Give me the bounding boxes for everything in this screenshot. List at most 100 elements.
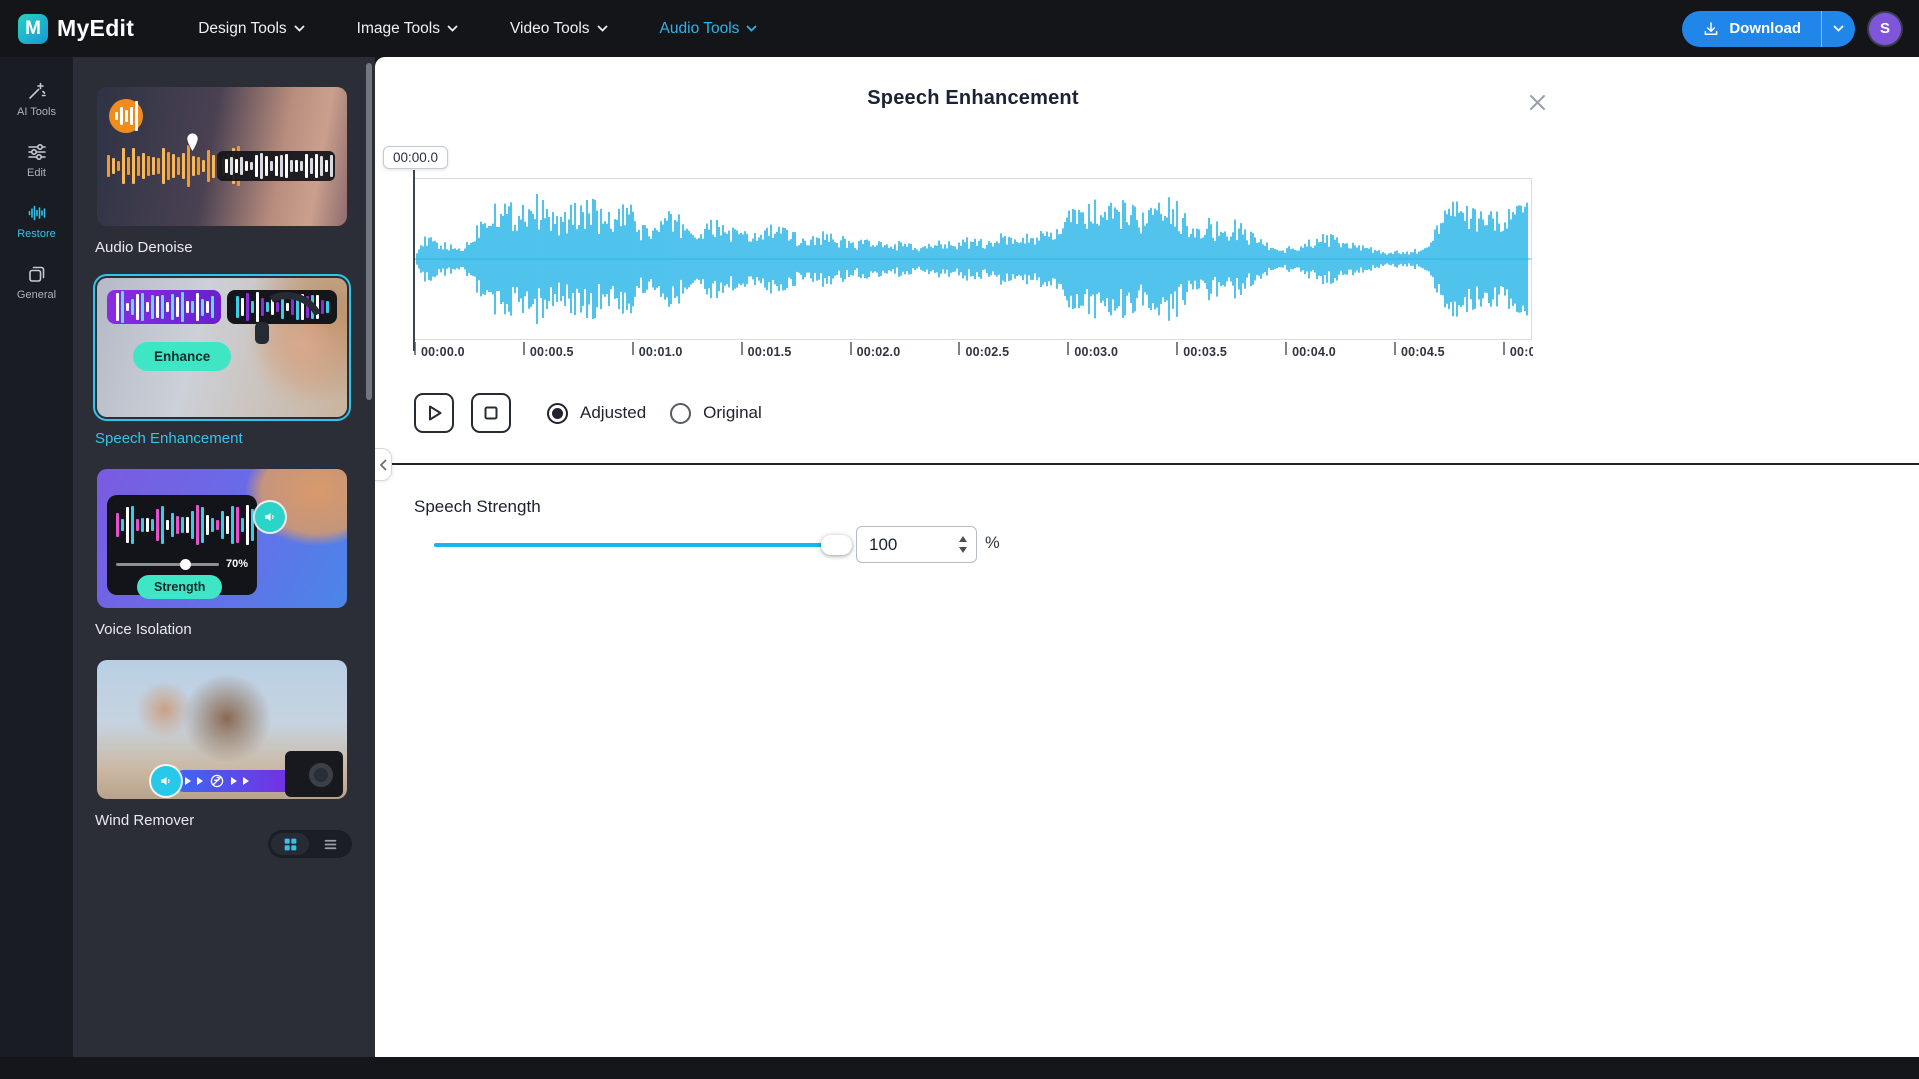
collapse-panel-handle[interactable]: [375, 448, 392, 481]
strength-input-box: [856, 526, 977, 563]
camera-lens-graphic: [309, 763, 333, 787]
stepper-down-icon[interactable]: [959, 547, 967, 553]
card-frame: [93, 83, 351, 230]
download-button[interactable]: Download: [1682, 11, 1821, 47]
ruler-tick: 00:03.5: [1176, 342, 1285, 362]
playback-controls: Adjusted Original: [414, 393, 762, 433]
tool-card-label: Wind Remover: [93, 812, 351, 829]
waveform-chip-purple: [107, 290, 221, 324]
speech-enhancement-workspace: Speech Enhancement 00:00.0 00:00.000:00.…: [375, 57, 1919, 1057]
brand-name: MyEdit: [57, 15, 134, 42]
stepper-buttons: [959, 536, 976, 553]
menu-audio-tools[interactable]: Audio Tools: [660, 20, 758, 38]
speech-enhancement-thumbnail: Enhance: [97, 278, 347, 417]
strength-value-input[interactable]: [857, 535, 945, 555]
headphone-cup-graphic: [255, 322, 269, 344]
user-avatar[interactable]: S: [1869, 13, 1901, 45]
card-frame: Enhance: [93, 274, 351, 421]
wind-remover-thumbnail: [97, 660, 347, 799]
tool-card-audio-denoise[interactable]: Audio Denoise: [93, 83, 351, 256]
main-menu: Design Tools Image Tools Video Tools Aud…: [198, 20, 757, 38]
close-button[interactable]: [1525, 90, 1549, 114]
chevron-down-icon: [294, 25, 305, 32]
list-view-button[interactable]: [311, 833, 349, 855]
play-icon: [422, 401, 446, 425]
topbar-actions: Download S: [1682, 11, 1901, 47]
download-icon: [1702, 20, 1720, 38]
menu-label: Video Tools: [510, 20, 590, 38]
pin-marker-icon: [185, 131, 200, 158]
chevron-down-icon: [1833, 25, 1844, 32]
tools-panel: Audio Denoise Enhance Speech Enhancement: [73, 57, 375, 1057]
radio-button-icon: [547, 403, 568, 424]
bottom-bar: [0, 1057, 1919, 1079]
ruler-tick: 00:04.0: [1285, 342, 1394, 362]
radio-adjusted[interactable]: Adjusted: [547, 403, 646, 424]
grid-view-icon: [283, 837, 298, 852]
tool-card-label: Audio Denoise: [93, 239, 351, 256]
magic-wand-icon: [27, 81, 47, 101]
tool-card-speech-enhancement[interactable]: Enhance Speech Enhancement: [93, 274, 351, 447]
enhance-badge: Enhance: [133, 342, 231, 371]
menu-design-tools[interactable]: Design Tools: [198, 20, 304, 38]
ruler-tick: 00:0: [1503, 342, 1533, 362]
isolation-percent-label: 70%: [226, 558, 248, 570]
chevron-left-icon: [379, 459, 387, 471]
view-mode-toggle: [268, 830, 352, 858]
waveform-icon: [27, 203, 47, 223]
slider-thumb[interactable]: [821, 535, 852, 555]
myedit-app: M MyEdit Design Tools Image Tools Video …: [0, 0, 1919, 1079]
radio-label: Original: [703, 403, 762, 423]
menu-image-tools[interactable]: Image Tools: [357, 20, 458, 38]
ruler-tick: 00:00.5: [523, 342, 632, 362]
download-options-button[interactable]: [1821, 11, 1855, 47]
stop-icon: [479, 401, 503, 425]
stepper-up-icon[interactable]: [959, 536, 967, 542]
audio-denoise-thumbnail: [97, 87, 347, 226]
rail-item-label: Restore: [17, 228, 56, 240]
sliders-icon: [27, 142, 47, 162]
audio-waveform-graphic: [415, 179, 1531, 339]
grid-view-button[interactable]: [271, 833, 309, 855]
ruler-tick: 00:04.5: [1394, 342, 1503, 362]
waveform-display[interactable]: [414, 178, 1532, 340]
menu-video-tools[interactable]: Video Tools: [510, 20, 608, 38]
play-button[interactable]: [414, 393, 454, 433]
time-ruler: 00:00.000:00.500:01.000:01.500:02.000:02…: [414, 342, 1533, 362]
denoise-badge-icon: [109, 99, 143, 133]
denoised-waveform-chip: [217, 151, 335, 181]
myedit-logo[interactable]: M MyEdit: [18, 14, 134, 44]
ruler-tick: 00:02.5: [958, 342, 1067, 362]
ruler-tick: 00:03.0: [1067, 342, 1176, 362]
content-area: AI Tools Edit Restore General: [0, 57, 1919, 1057]
tool-card-voice-isolation[interactable]: 70% Strength Voice Isolation: [93, 465, 351, 638]
playhead-line[interactable]: [413, 170, 415, 351]
speech-strength-slider[interactable]: [434, 535, 852, 555]
tool-card-label: Speech Enhancement: [93, 430, 351, 447]
ruler-tick: 00:01.5: [741, 342, 850, 362]
rail-item-ai-tools[interactable]: AI Tools: [0, 69, 73, 130]
chevron-down-icon: [597, 25, 608, 32]
rail-item-general[interactable]: General: [0, 252, 73, 313]
tool-card-wind-remover[interactable]: Wind Remover: [93, 656, 351, 829]
wind-crossed-icon: [209, 773, 225, 789]
rail-item-restore[interactable]: Restore: [0, 191, 73, 252]
card-frame: 70% Strength: [93, 465, 351, 612]
rail-item-label: General: [17, 289, 56, 301]
rail-item-label: Edit: [27, 167, 46, 179]
card-frame: [93, 656, 351, 803]
voice-isolation-thumbnail: 70% Strength: [97, 469, 347, 608]
rail-item-label: AI Tools: [17, 106, 56, 118]
page-title: Speech Enhancement: [414, 87, 1532, 110]
ruler-tick: 00:02.0: [850, 342, 959, 362]
radio-original[interactable]: Original: [670, 403, 762, 424]
strength-section-label: Speech Strength: [414, 497, 541, 517]
slider-track[interactable]: [434, 543, 852, 547]
stop-button[interactable]: [471, 393, 511, 433]
menu-label: Audio Tools: [660, 20, 740, 38]
panel-scrollbar[interactable]: [366, 63, 372, 400]
strength-badge: Strength: [137, 575, 222, 599]
radio-button-icon: [670, 403, 691, 424]
rail-item-edit[interactable]: Edit: [0, 130, 73, 191]
radio-label: Adjusted: [580, 403, 646, 423]
